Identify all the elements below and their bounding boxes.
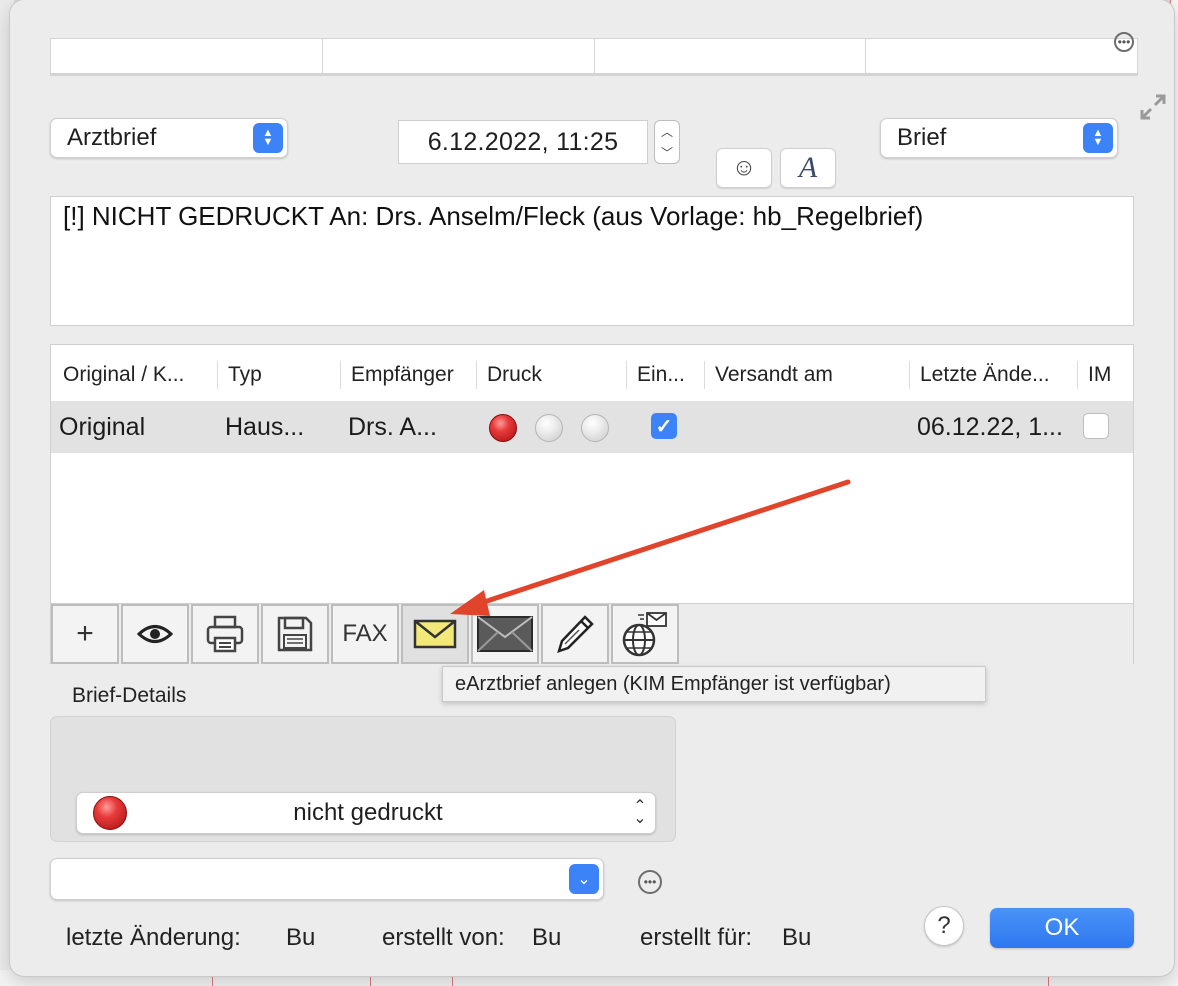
print-status-grey-icon[interactable]	[581, 414, 609, 442]
add-button[interactable]: +	[51, 604, 119, 664]
created-for-label: erstellt für:	[640, 924, 753, 951]
earztbrief-button[interactable]	[401, 604, 469, 664]
im-checkbox[interactable]	[1083, 413, 1109, 439]
save-button[interactable]	[261, 604, 329, 664]
top-fields-strip[interactable]	[50, 38, 1138, 76]
details-heading: Brief-Details	[72, 684, 187, 707]
column-header-letzte-aenderung[interactable]: Letzte Ände...	[909, 361, 1077, 389]
bottom-combo-popup[interactable]: ⌄	[50, 858, 604, 900]
type-popup-label: Brief	[897, 124, 947, 151]
chevron-updown-icon: ▲ ▼	[253, 123, 283, 153]
fax-label: FAX	[342, 620, 388, 647]
column-header-typ[interactable]: Typ	[217, 361, 341, 389]
expand-arrows-icon[interactable]	[1138, 92, 1168, 122]
more-options-icon[interactable]: •••	[638, 870, 662, 894]
more-options-icon[interactable]: •••	[1114, 32, 1134, 52]
subject-textarea[interactable]: [!] NICHT GEDRUCKT An: Drs. Anselm/Fleck…	[50, 196, 1134, 326]
created-for-value: Bu	[782, 924, 812, 951]
column-header-druck[interactable]: Druck	[476, 361, 626, 389]
globe-mail-icon	[622, 612, 667, 657]
print-status-red-icon[interactable]	[489, 414, 517, 442]
preview-button[interactable]	[121, 604, 189, 664]
floppy-disk-icon	[277, 616, 313, 652]
help-button[interactable]: ?	[924, 906, 964, 946]
emoji-button[interactable]: ☺	[716, 148, 772, 188]
table-row[interactable]: Original Haus... Drs. A... ✓ 06.12.22, 1…	[51, 401, 1133, 453]
date-stepper[interactable]: ︿ ﹀	[654, 120, 680, 164]
date-time-field[interactable]: 6.12.2022, 11:25	[398, 120, 648, 164]
cell-original: Original	[59, 413, 146, 441]
eye-icon	[137, 625, 173, 643]
earztbrief-tooltip: eArztbrief anlegen (KIM Empfänger ist ve…	[442, 666, 986, 702]
created-by-value: Bu	[532, 924, 562, 951]
chevron-updown-icon: ▲ ▼	[1083, 123, 1113, 153]
status-red-icon	[93, 796, 127, 830]
letter-toolbar: + FAX	[51, 603, 1133, 664]
cell-letzte-aenderung: 06.12.22, 1...	[917, 413, 1063, 441]
column-header-im[interactable]: IM	[1077, 361, 1131, 389]
cell-empfaenger: Drs. A...	[348, 413, 437, 441]
last-change-value: Bu	[286, 924, 316, 951]
table-header: Original / K... Typ Empfänger Druck Ein.…	[51, 345, 1133, 402]
column-header-versandt[interactable]: Versandt am	[704, 361, 909, 389]
cell-typ: Haus...	[225, 413, 305, 441]
printer-icon	[206, 615, 244, 653]
category-popup-label: Arztbrief	[67, 124, 157, 151]
column-header-original[interactable]: Original / K...	[53, 361, 217, 389]
envelope-yellow-icon	[413, 619, 457, 649]
print-button[interactable]	[191, 604, 259, 664]
ein-checkbox[interactable]: ✓	[651, 413, 677, 439]
chevron-down-icon: ⌄	[569, 864, 599, 894]
last-change-label: letzte Änderung:	[66, 924, 241, 951]
edit-button[interactable]	[541, 604, 609, 664]
stepper-down-icon[interactable]: ﹀	[661, 144, 673, 161]
letter-dialog: ••• Arztbrief ▲ ▼ 6.12.2022, 11:25 ︿ ﹀ ☺ …	[10, 0, 1174, 976]
category-popup[interactable]: Arztbrief ▲ ▼	[50, 118, 288, 158]
status-popup-label: nicht gedruckt	[293, 799, 443, 826]
email-button[interactable]	[471, 604, 539, 664]
add-icon: +	[76, 617, 94, 650]
print-status-popup[interactable]: nicht gedruckt ⌃ ⌄	[76, 792, 656, 834]
font-button[interactable]: A	[780, 148, 836, 188]
envelope-dark-icon	[477, 616, 533, 652]
stepper-up-icon[interactable]: ︿	[661, 123, 673, 140]
versions-table: Original / K... Typ Empfänger Druck Ein.…	[50, 344, 1134, 664]
fax-button[interactable]: FAX	[331, 604, 399, 664]
chevron-updown-icon: ⌃ ⌄	[633, 798, 647, 827]
pencil-icon	[557, 615, 594, 653]
created-by-label: erstellt von:	[382, 924, 505, 951]
print-status-grey-icon[interactable]	[535, 414, 563, 442]
column-header-empfaenger[interactable]: Empfänger	[340, 361, 476, 389]
type-popup[interactable]: Brief ▲ ▼	[880, 118, 1118, 158]
web-mail-button[interactable]	[611, 604, 679, 664]
ok-button[interactable]: OK	[990, 908, 1134, 948]
column-header-ein[interactable]: Ein...	[626, 361, 704, 389]
